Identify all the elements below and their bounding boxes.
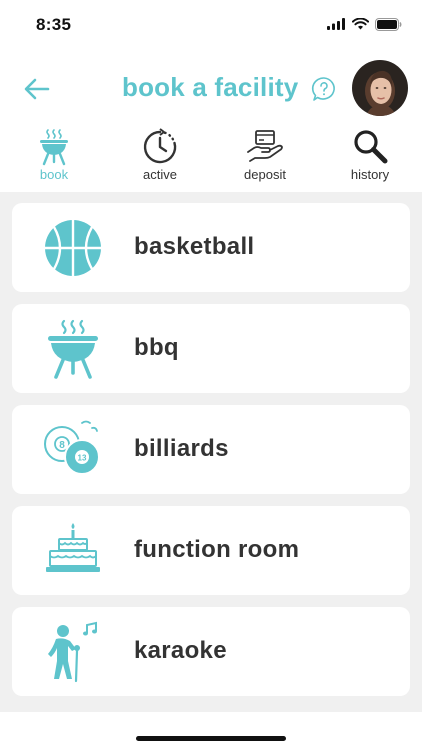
tab-bar: book active deposit history bbox=[0, 126, 422, 188]
facility-card-bbq[interactable]: bbq bbox=[12, 304, 410, 393]
battery-icon bbox=[375, 17, 402, 31]
header: book a facility bbox=[0, 58, 422, 120]
tab-deposit[interactable]: deposit bbox=[220, 126, 310, 188]
birthday-cake-icon bbox=[46, 523, 100, 572]
clock-icon bbox=[143, 128, 177, 164]
facility-label: karaoke bbox=[134, 637, 227, 664]
tab-deposit-label: deposit bbox=[244, 167, 286, 182]
status-bar: 8:35 bbox=[0, 0, 422, 50]
help-bubble-icon bbox=[311, 77, 335, 101]
facility-label: function room bbox=[134, 536, 300, 563]
wifi-icon bbox=[352, 18, 369, 30]
avatar[interactable] bbox=[352, 60, 408, 116]
status-icons bbox=[327, 16, 402, 32]
cellular-signal-icon bbox=[327, 18, 345, 30]
svg-text:8: 8 bbox=[59, 440, 65, 451]
tab-book[interactable]: book bbox=[9, 126, 99, 188]
page-title: book a facility bbox=[122, 72, 299, 102]
facility-list: basketball bbq 8 13 billiards function r… bbox=[0, 192, 422, 712]
arrow-left-icon bbox=[24, 78, 50, 100]
magnifier-icon bbox=[354, 130, 388, 164]
tab-active-label: active bbox=[143, 167, 177, 182]
back-button[interactable] bbox=[22, 74, 52, 104]
tab-book-label: book bbox=[39, 167, 69, 182]
facility-card-function-room[interactable]: function room bbox=[12, 506, 410, 595]
facility-label: bbq bbox=[134, 334, 179, 361]
facility-card-billiards[interactable]: 8 13 billiards bbox=[12, 405, 410, 494]
tab-history-label: history bbox=[350, 167, 390, 182]
screen: 8:35 book a facility book active deposit… bbox=[0, 0, 422, 750]
tab-history[interactable]: history bbox=[325, 126, 415, 188]
status-time: 8:35 bbox=[36, 15, 72, 34]
deposit-hand-card-icon bbox=[247, 130, 283, 162]
facility-card-karaoke[interactable]: karaoke bbox=[12, 607, 410, 696]
basketball-icon bbox=[45, 220, 101, 276]
bbq-grill-icon bbox=[48, 319, 98, 379]
billiard-balls-icon: 8 13 bbox=[44, 420, 100, 475]
singer-icon bbox=[48, 621, 97, 683]
facility-label: basketball bbox=[134, 233, 255, 260]
tab-active[interactable]: active bbox=[115, 126, 205, 188]
home-indicator bbox=[136, 736, 286, 741]
help-button[interactable] bbox=[311, 76, 337, 102]
bbq-grill-icon bbox=[40, 129, 68, 166]
profile-photo-icon bbox=[352, 60, 408, 116]
facility-card-basketball[interactable]: basketball bbox=[12, 203, 410, 292]
svg-text:13: 13 bbox=[78, 454, 87, 463]
facility-label: billiards bbox=[134, 435, 229, 462]
